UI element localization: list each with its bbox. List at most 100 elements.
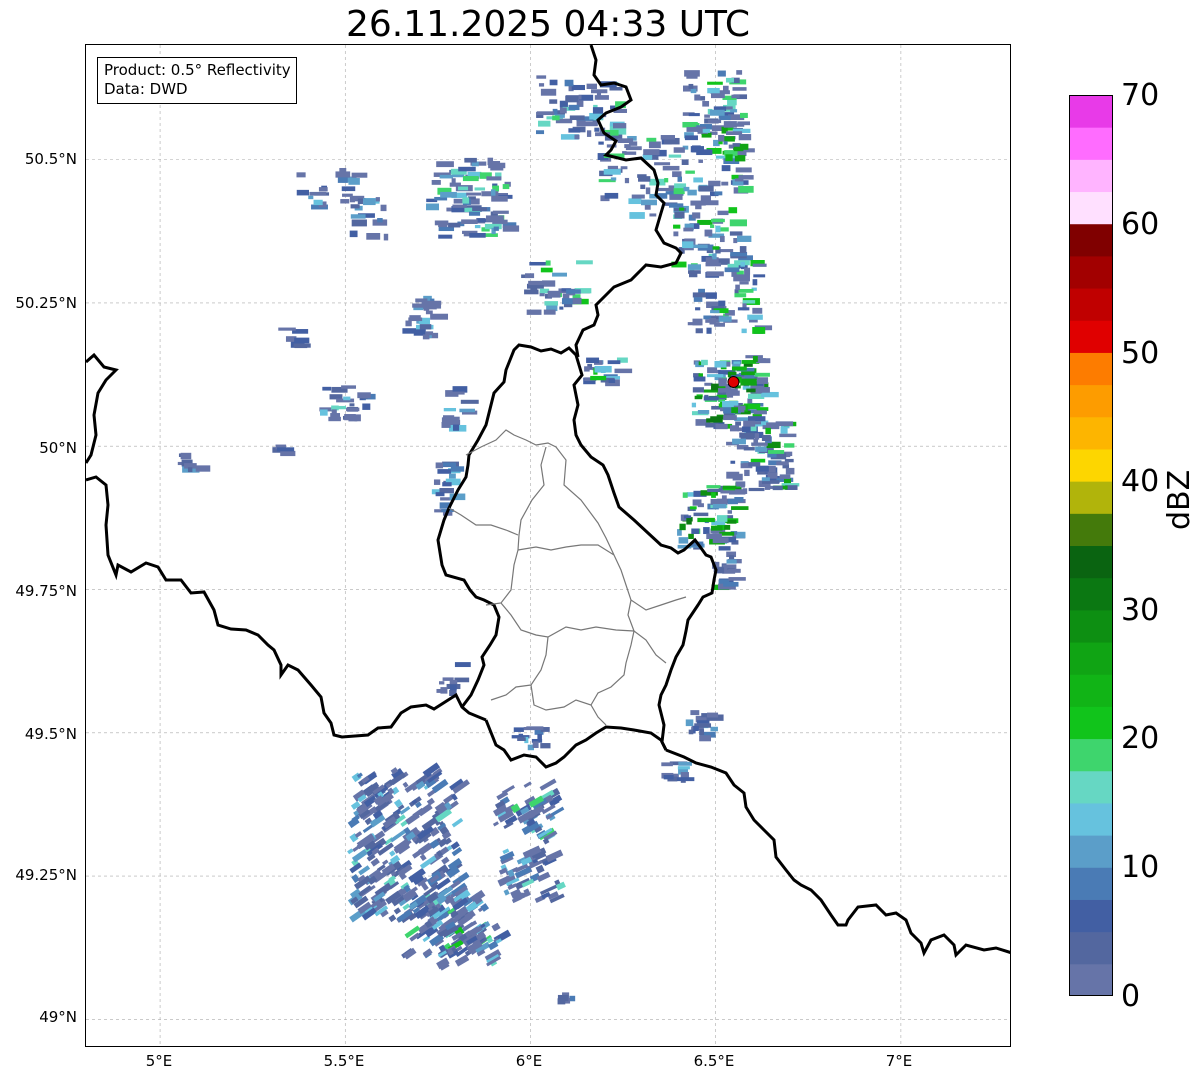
echo-cell <box>680 772 689 778</box>
colorbar-tick: 30 <box>1121 593 1160 628</box>
echo-cell <box>584 366 590 372</box>
echo-cell <box>689 273 698 278</box>
echo-cell <box>459 408 475 413</box>
echo-cell <box>754 433 760 440</box>
echo-cell <box>594 127 600 132</box>
echo-cell <box>737 307 750 311</box>
echo-cell <box>594 365 612 373</box>
echo-cell <box>726 559 737 564</box>
echo-cell <box>737 235 752 242</box>
echo-cell <box>540 88 557 96</box>
echo-cell <box>528 280 547 286</box>
colorbar-segment <box>1069 963 1113 996</box>
echo-cell <box>649 213 657 217</box>
map-title: 26.11.2025 04:33 UTC <box>345 4 751 45</box>
colorbar-tick: 20 <box>1121 721 1160 756</box>
echo-cell <box>731 94 740 99</box>
echo-cell <box>719 115 731 121</box>
colorbar-segment <box>1069 481 1113 514</box>
x-tick-label: 5°E <box>145 1052 173 1070</box>
echo-cell <box>438 220 448 228</box>
district-boundaries <box>448 429 687 726</box>
echo-cell <box>474 187 486 191</box>
border-germany-france <box>484 719 1010 959</box>
echo-cell <box>702 101 710 107</box>
echo-cell <box>351 219 367 227</box>
echo-cell <box>502 225 520 232</box>
echo-cell <box>780 426 788 434</box>
echo-cell <box>388 914 397 923</box>
echo-cell <box>643 149 660 156</box>
echo-cell <box>293 343 311 348</box>
echo-cell <box>547 290 561 298</box>
echo-cell <box>673 147 685 153</box>
echo-cell <box>661 762 673 767</box>
colorbar-segment <box>1069 835 1113 868</box>
echo-cell <box>347 848 354 855</box>
echo-cell <box>717 70 726 77</box>
echo-cell <box>695 307 701 311</box>
echo-cell <box>442 677 454 681</box>
echo-cell <box>450 684 457 691</box>
echo-cell <box>536 111 555 116</box>
echo-cell <box>668 203 684 208</box>
echo-cell <box>779 474 791 479</box>
echo-cell <box>690 200 706 206</box>
echo-cell <box>740 261 745 267</box>
echo-cell <box>433 479 441 485</box>
echo-cell <box>318 187 328 192</box>
echo-cell <box>689 506 697 510</box>
echo-cell <box>517 737 526 741</box>
colorbar-tick: 50 <box>1121 336 1160 371</box>
echo-cell <box>536 75 547 79</box>
echo-cell <box>776 461 789 466</box>
echo-cell <box>341 385 357 389</box>
echo-cell <box>748 416 766 422</box>
echo-cell <box>464 157 477 163</box>
echo-cell <box>687 322 701 326</box>
echo-cell <box>699 729 705 736</box>
echo-cell <box>609 86 623 91</box>
echo-cell <box>569 115 585 121</box>
colorbar-tick: 40 <box>1121 464 1160 499</box>
echo-cell <box>740 432 755 440</box>
echo-cell <box>684 135 698 141</box>
echo-cell <box>343 396 351 401</box>
radar-map[interactable] <box>85 44 1011 1047</box>
echo-cell <box>688 83 694 89</box>
echo-cell <box>393 907 402 915</box>
echo-cell <box>309 191 327 196</box>
echo-cell <box>698 159 703 163</box>
colorbar-segment <box>1069 931 1113 965</box>
echo-cell <box>536 130 545 135</box>
echo-cell <box>586 83 597 90</box>
echo-cell <box>450 466 465 472</box>
echo-cell <box>332 405 347 410</box>
echo-cell <box>452 204 467 208</box>
echo-cell <box>614 368 633 374</box>
echo-cell <box>451 391 465 395</box>
echo-cell <box>486 176 502 181</box>
echo-cell <box>706 418 714 423</box>
echo-cell <box>703 396 719 401</box>
echo-cell <box>294 337 310 344</box>
echo-cell <box>765 427 771 435</box>
echo-cell <box>628 198 642 205</box>
echo-cell <box>422 334 430 340</box>
echo-cell <box>673 231 679 237</box>
echo-cell <box>754 372 770 377</box>
echo-cell <box>688 533 694 540</box>
echo-cell <box>604 192 619 199</box>
echo-cell <box>707 81 723 85</box>
echo-cell <box>540 743 551 749</box>
colorbar-segment <box>1069 384 1113 418</box>
echo-cell <box>569 995 576 1002</box>
colorbar-segment <box>1069 127 1113 160</box>
x-tick-label: 7°E <box>885 1052 913 1070</box>
echo-cell <box>451 178 456 185</box>
echo-cell <box>707 87 720 94</box>
echo-cell <box>481 191 499 197</box>
echo-cell <box>751 442 768 446</box>
echo-cell <box>750 425 757 432</box>
echo-cell <box>673 188 685 195</box>
